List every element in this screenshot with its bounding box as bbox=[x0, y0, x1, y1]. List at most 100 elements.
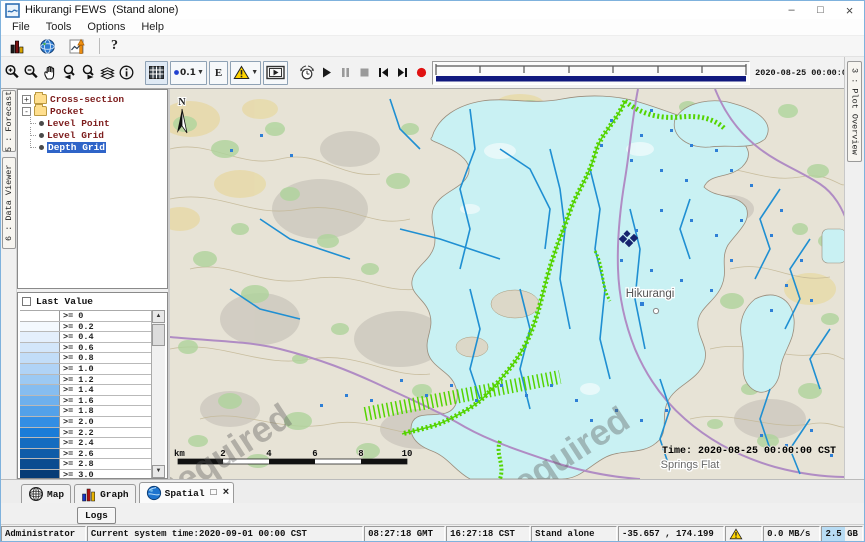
legend-row[interactable]: >= 2.8 bbox=[20, 459, 151, 470]
info-icon[interactable] bbox=[118, 61, 135, 85]
legend-row[interactable]: >= 2.6 bbox=[20, 449, 151, 460]
tree-item-level-grid[interactable]: Level Grid bbox=[18, 129, 167, 141]
maximize-button[interactable]: □ bbox=[806, 1, 835, 19]
animation-player-button[interactable] bbox=[263, 61, 288, 85]
legend-swatch bbox=[20, 375, 60, 385]
map-display-icon[interactable] bbox=[36, 34, 58, 58]
status-bandwidth: 0.0 MB/s bbox=[763, 526, 820, 542]
legend-swatch bbox=[20, 428, 60, 438]
scroll-down-icon[interactable]: ▼ bbox=[152, 465, 165, 478]
toolbar-separator bbox=[99, 38, 100, 54]
legend-row[interactable]: >= 0.4 bbox=[20, 332, 151, 343]
tab-5-forecast[interactable]: 5 : Forecast bbox=[2, 90, 16, 152]
scroll-up-icon[interactable]: ▲ bbox=[152, 310, 165, 323]
animation-settings-icon[interactable] bbox=[298, 61, 316, 85]
legend-label: >= 0 bbox=[60, 311, 151, 321]
tree-item-pocket[interactable]: -Pocket bbox=[18, 105, 167, 117]
tab-map[interactable]: Map bbox=[21, 484, 71, 503]
menu-help[interactable]: Help bbox=[133, 21, 172, 33]
legend-swatch bbox=[20, 406, 60, 416]
legend-label: >= 2.8 bbox=[60, 459, 151, 469]
previous-zoom-icon[interactable] bbox=[61, 61, 78, 85]
tree-item-level-point[interactable]: Level Point bbox=[18, 117, 167, 129]
scroll-thumb[interactable] bbox=[152, 324, 165, 346]
bottom-tab-bar: MapGraphSpatial□× bbox=[1, 479, 864, 503]
help-button[interactable]: ? bbox=[111, 38, 118, 54]
legend-row[interactable]: >= 1.4 bbox=[20, 385, 151, 396]
play-button[interactable] bbox=[318, 61, 335, 85]
legend-row[interactable]: >= 1.6 bbox=[20, 396, 151, 407]
elevation-scale-button[interactable]: E bbox=[209, 61, 228, 85]
next-zoom-icon[interactable] bbox=[80, 61, 97, 85]
explorer-tree[interactable]: +Cross-section-PocketLevel PointLevel Gr… bbox=[17, 89, 168, 289]
skip-to-end-button[interactable] bbox=[394, 61, 411, 85]
grid-display-button[interactable] bbox=[145, 61, 168, 85]
last-value-checkbox[interactable] bbox=[22, 297, 31, 306]
panel-maximize-button[interactable]: □ bbox=[211, 488, 217, 499]
stop-button[interactable] bbox=[356, 61, 373, 85]
svg-text:10: 10 bbox=[402, 449, 413, 459]
tab-spatial[interactable]: Spatial□× bbox=[139, 482, 235, 503]
tree-guide bbox=[22, 129, 36, 141]
status-localtime: 16:27:18 CST bbox=[446, 526, 530, 542]
map-globe-icon bbox=[28, 486, 44, 502]
close-button[interactable]: × bbox=[835, 1, 864, 19]
legend-row[interactable]: >= 0.8 bbox=[20, 353, 151, 364]
logs-panel-icon[interactable] bbox=[6, 34, 28, 58]
timeline-slider[interactable] bbox=[432, 61, 750, 85]
timeline-period-bar[interactable] bbox=[436, 76, 746, 82]
status-alerts[interactable] bbox=[725, 526, 763, 542]
tab-graph[interactable]: Graph bbox=[74, 484, 136, 503]
tree-item-depth-grid[interactable]: Depth Grid bbox=[18, 141, 167, 153]
legend-row[interactable]: >= 1.0 bbox=[20, 364, 151, 375]
place-label-springs-flat: Springs Flat bbox=[661, 459, 720, 471]
legend-row[interactable]: >= 0.2 bbox=[20, 322, 151, 333]
tab-label: Map bbox=[47, 489, 64, 500]
pause-button[interactable] bbox=[337, 61, 354, 85]
tab-6-data-viewer[interactable]: 6 : Data Viewer bbox=[2, 157, 16, 249]
legend-swatch bbox=[20, 353, 60, 363]
warning-overlay-dropdown[interactable]: ▼ bbox=[230, 61, 261, 85]
legend-row[interactable]: >= 1.2 bbox=[20, 375, 151, 386]
logs-button[interactable]: Logs bbox=[77, 507, 116, 524]
legend-row[interactable]: >= 0 bbox=[20, 311, 151, 322]
tab-plot-overview[interactable]: 3 : Plot Overview bbox=[847, 61, 862, 162]
legend-title: Last Value bbox=[36, 296, 93, 307]
minimize-button[interactable]: – bbox=[777, 1, 806, 19]
folder-icon bbox=[34, 94, 47, 104]
legend-label: >= 1.2 bbox=[60, 375, 151, 385]
warning-icon bbox=[233, 65, 250, 80]
layers-icon[interactable] bbox=[99, 61, 116, 85]
legend-row[interactable]: >= 2.2 bbox=[20, 428, 151, 439]
title-bar[interactable]: Hikurangi FEWS (Stand alone) – □ × bbox=[1, 1, 864, 19]
panel-close-button[interactable]: × bbox=[223, 487, 230, 499]
skip-to-start-button[interactable] bbox=[375, 61, 392, 85]
menu-tools[interactable]: Tools bbox=[38, 21, 80, 33]
menu-options[interactable]: Options bbox=[79, 21, 133, 33]
record-button[interactable] bbox=[413, 61, 430, 85]
map-canvas[interactable]: Hikurangi Springs Flat Time: 2020-08-25 … bbox=[170, 89, 844, 479]
timeseries-dialog-icon[interactable] bbox=[66, 34, 88, 58]
legend-label: >= 0.8 bbox=[60, 353, 151, 363]
menu-file[interactable]: File bbox=[4, 21, 38, 33]
map-viewport[interactable]: Hikurangi Springs Flat Time: 2020-08-25 … bbox=[170, 89, 844, 479]
legend-row[interactable]: >= 2.0 bbox=[20, 417, 151, 428]
tree-guide bbox=[22, 141, 36, 153]
app-logo-icon bbox=[5, 3, 20, 18]
zoom-in-icon[interactable] bbox=[4, 61, 21, 85]
legend-row[interactable]: >= 3.0 bbox=[20, 470, 151, 478]
interval-dot-icon bbox=[173, 69, 180, 76]
legend-swatch bbox=[20, 459, 60, 469]
legend-scrollbar[interactable]: ▲ ▼ bbox=[151, 310, 165, 478]
legend-row[interactable]: >= 2.4 bbox=[20, 438, 151, 449]
tree-expander-icon[interactable]: + bbox=[22, 95, 31, 104]
legend-label: >= 3.0 bbox=[60, 470, 151, 478]
contour-interval-dropdown[interactable]: 0.1▼ bbox=[170, 61, 207, 85]
legend-row[interactable]: >= 0.6 bbox=[20, 343, 151, 354]
pan-hand-icon[interactable] bbox=[42, 61, 59, 85]
left-tab-strip: 5 : Forecast 6 : Data Viewer bbox=[1, 89, 17, 479]
legend-row[interactable]: >= 1.8 bbox=[20, 406, 151, 417]
chevron-down-icon: ▼ bbox=[251, 69, 258, 76]
status-mode: Stand alone bbox=[531, 526, 617, 542]
zoom-out-icon[interactable] bbox=[23, 61, 40, 85]
